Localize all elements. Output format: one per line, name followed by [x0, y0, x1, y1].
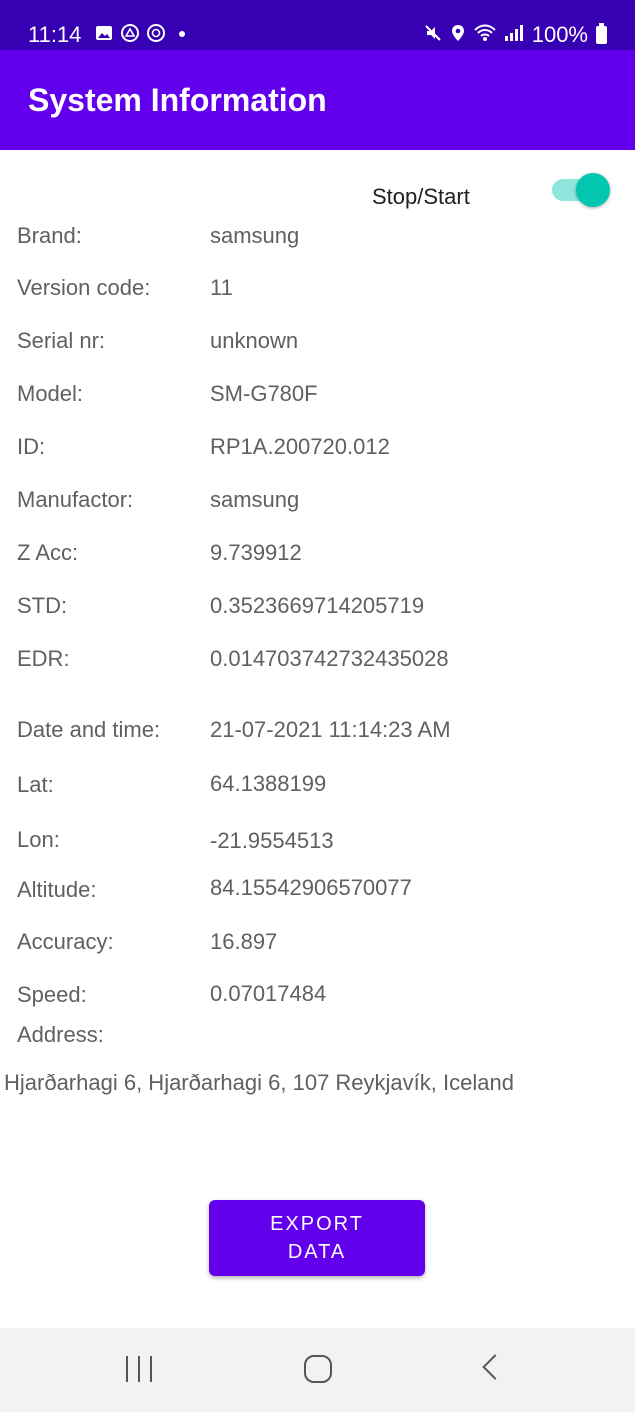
- manufactor-label: Manufactor:: [17, 487, 134, 512]
- export-data-label: EXPORT DATA: [270, 1213, 364, 1263]
- status-right: 100%: [424, 22, 607, 48]
- std-value: 0.3523669714205719: [210, 593, 425, 618]
- address-value: Hjarðarhagi 6, Hjarðarhagi 6, 107 Reykja…: [4, 1070, 514, 1095]
- accuracy-value: 16.897: [210, 929, 278, 954]
- id-label: ID:: [17, 434, 46, 459]
- accuracy-label: Accuracy:: [17, 929, 114, 954]
- version-code-value: 11: [210, 275, 233, 300]
- model-value: SM-G780F: [210, 381, 318, 406]
- gallery-icon: [95, 24, 113, 46]
- altitude-label: Altitude:: [17, 877, 97, 902]
- serial-value: unknown: [210, 328, 299, 353]
- battery-icon: [596, 23, 607, 44]
- speed-value: 0.07017484: [210, 981, 327, 1006]
- switch-thumb: [576, 173, 610, 207]
- sync-icon: [147, 24, 165, 46]
- mute-icon: [424, 24, 442, 46]
- stop-start-switch[interactable]: [548, 173, 610, 207]
- recents-icon[interactable]: [126, 1356, 152, 1382]
- app-bar: System Information: [0, 50, 635, 150]
- lat-value: 64.1388199: [210, 771, 327, 796]
- speed-label: Speed:: [17, 982, 87, 1007]
- export-data-button[interactable]: EXPORT DATA: [209, 1200, 425, 1276]
- stop-start-label: Stop/Start: [372, 184, 470, 209]
- brand-label: Brand:: [17, 223, 82, 248]
- lat-label: Lat:: [17, 772, 54, 797]
- model-label: Model:: [17, 381, 84, 406]
- wifi-icon: [474, 24, 496, 46]
- edr-value: 0.014703742732435028: [210, 646, 449, 671]
- dot-icon: [173, 24, 191, 46]
- edr-label: EDR:: [17, 646, 70, 671]
- home-icon[interactable]: [304, 1355, 332, 1383]
- manufactor-value: samsung: [210, 487, 300, 512]
- status-time: 11:14: [28, 22, 82, 47]
- status-bar: 11:14 100%: [0, 0, 635, 50]
- std-label: STD:: [17, 593, 68, 618]
- lon-label: Lon:: [17, 827, 60, 852]
- signal-icon: [504, 24, 524, 46]
- address-label: Address:: [17, 1022, 104, 1047]
- page-title: System Information: [28, 82, 327, 118]
- z-acc-value: 9.739912: [210, 540, 302, 565]
- version-code-label: Version code:: [17, 275, 151, 300]
- navigation-bar: [0, 1328, 635, 1412]
- id-value: RP1A.200720.012: [210, 434, 390, 459]
- brand-value: samsung: [210, 223, 300, 248]
- location-icon: [450, 24, 466, 46]
- drive-icon: [121, 24, 139, 46]
- date-time-value: 21-07-2021 11:14:23 AM: [210, 717, 451, 742]
- date-time-label: Date and time:: [17, 717, 161, 742]
- status-left-icons: [95, 24, 191, 46]
- z-acc-label: Z Acc:: [17, 540, 79, 565]
- altitude-value: 84.15542906570077: [210, 875, 412, 900]
- lon-value: -21.9554513: [210, 828, 334, 853]
- back-icon[interactable]: [482, 1354, 508, 1380]
- serial-label: Serial nr:: [17, 328, 106, 353]
- battery-percent: 100%: [531, 22, 588, 47]
